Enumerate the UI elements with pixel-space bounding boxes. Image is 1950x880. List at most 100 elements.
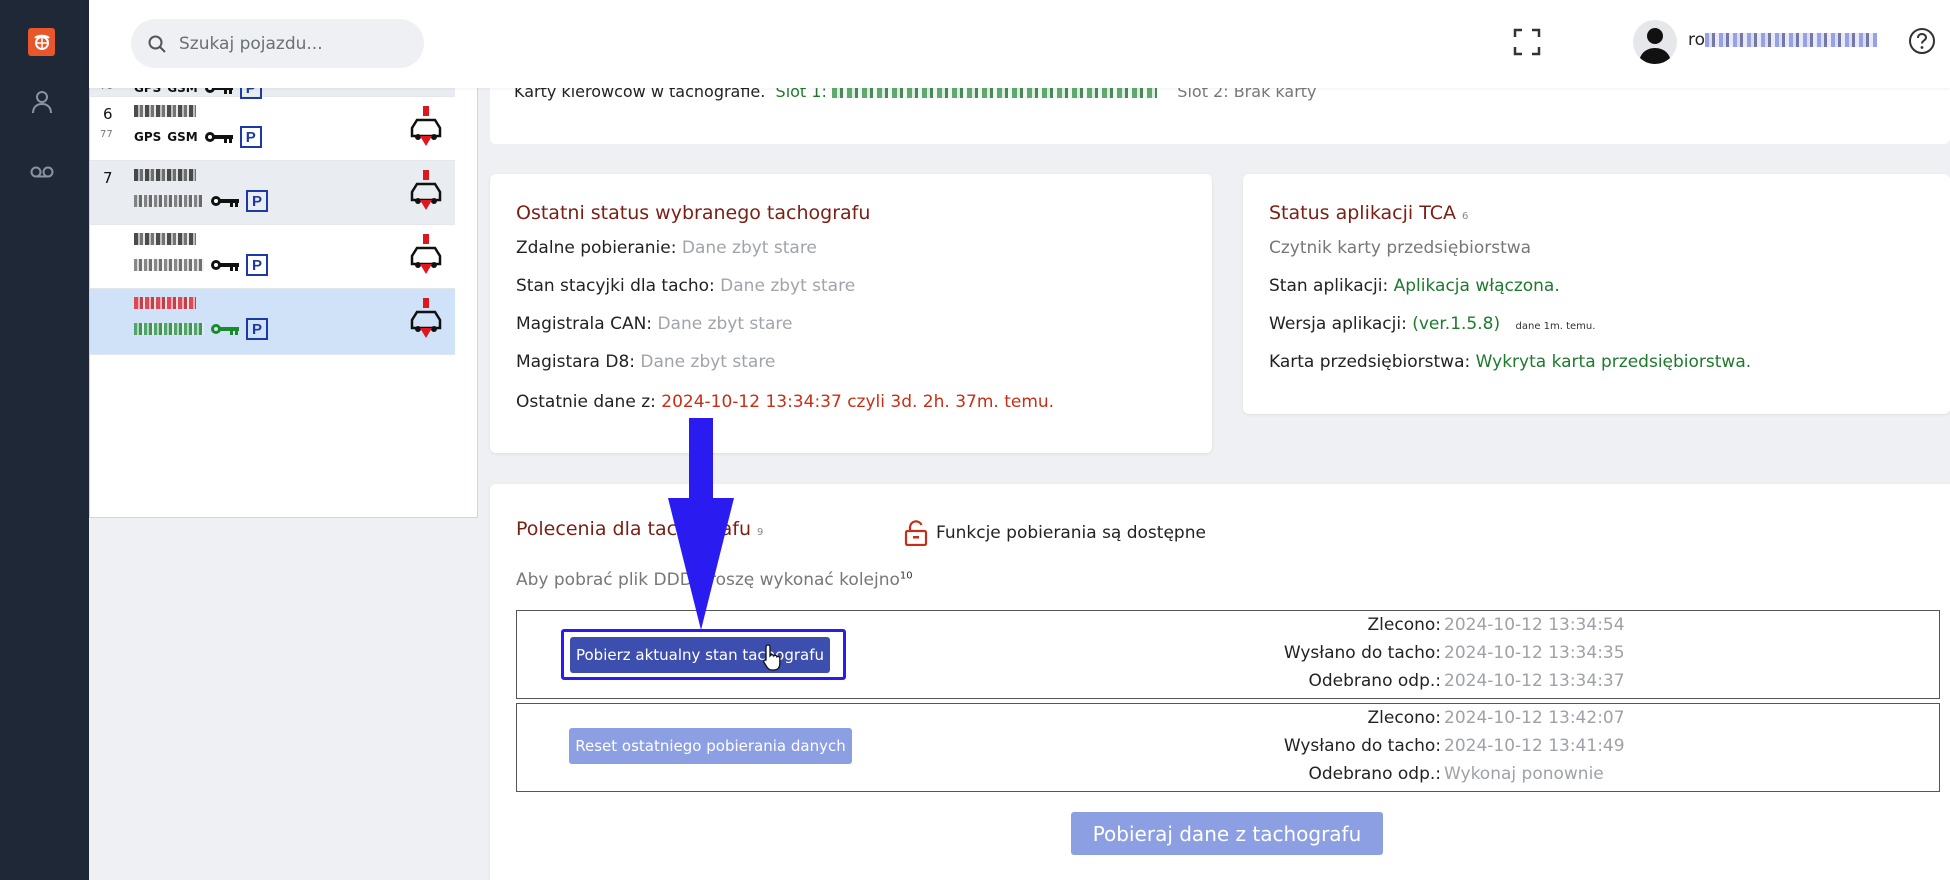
ordered-label: Zlecono: bbox=[1367, 615, 1441, 635]
help-icon[interactable] bbox=[1907, 26, 1937, 56]
status-row: Stan stacyjki dla tacho: Dane zbyt stare bbox=[516, 276, 855, 296]
status-row: Zdalne pobieranie: Dane zbyt stare bbox=[516, 238, 817, 258]
unlock-status: Funkcje pobierania są dostępne bbox=[904, 520, 1206, 546]
gsm-label: GSM bbox=[167, 130, 198, 144]
user-icon[interactable] bbox=[28, 88, 56, 116]
sent-label: Wysłano do tacho: bbox=[1283, 643, 1441, 663]
voicemail-icon[interactable] bbox=[28, 158, 56, 186]
user-name-redacted bbox=[1705, 33, 1878, 47]
slot1-redacted bbox=[831, 87, 1157, 98]
status-row: Magistrala CAN: Dane zbyt stare bbox=[516, 314, 792, 334]
tacho-car-icon[interactable] bbox=[406, 106, 446, 148]
vehicle-name-redacted bbox=[134, 233, 196, 245]
tca-title-text: Status aplikacji TCA bbox=[1269, 202, 1456, 224]
tca-subtitle: Czytnik karty przedsiębiorstwa bbox=[1269, 238, 1532, 258]
top-bar: ro bbox=[89, 0, 1950, 88]
vehicle-tags: P bbox=[134, 254, 268, 276]
app-state-row: Stan aplikacji: Aplikacja włączona. bbox=[1269, 276, 1560, 296]
vehicle-tags: P bbox=[134, 318, 268, 340]
redacted-tags bbox=[134, 323, 204, 335]
ordered-value: 2024-10-12 13:34:54 bbox=[1444, 615, 1625, 635]
vehicle-row[interactable]: 6 77 GPS GSM P bbox=[90, 97, 455, 161]
redacted-tags bbox=[134, 259, 204, 271]
instruction-note: 10 bbox=[899, 570, 913, 582]
vehicle-list: 7 6 GPS GSM P 6 77 GPS GSM P 7 P bbox=[89, 70, 478, 518]
status-label: Zdalne pobieranie: bbox=[516, 238, 677, 258]
status-value: Dane zbyt stare bbox=[681, 238, 817, 258]
company-card-label: Karta przedsiębiorstwa: bbox=[1269, 352, 1471, 372]
vehicle-name-redacted bbox=[134, 297, 196, 309]
tca-title: Status aplikacji TCA 6 bbox=[1269, 202, 1468, 224]
version-label: Wersja aplikacji: bbox=[1269, 314, 1407, 334]
commands-title-note: 9 bbox=[757, 527, 764, 538]
tacho-status-card: Ostatni status wybranego tachografu Zdal… bbox=[490, 174, 1212, 453]
sent-label: Wysłano do tacho: bbox=[1283, 736, 1441, 756]
user-name-prefix: ro bbox=[1688, 30, 1706, 50]
tacho-car-icon[interactable] bbox=[406, 170, 446, 212]
version-note: dane 1m. temu. bbox=[1515, 321, 1596, 332]
status-label: Stan stacyjki dla tacho: bbox=[516, 276, 715, 296]
ordered-value: 2024-10-12 13:42:07 bbox=[1444, 708, 1625, 728]
parking-badge: P bbox=[246, 318, 268, 340]
received-value: 2024-10-12 13:34:37 bbox=[1444, 671, 1625, 691]
hand-cursor-icon bbox=[762, 644, 781, 671]
parking-badge: P bbox=[239, 126, 262, 148]
parking-badge: P bbox=[246, 254, 268, 276]
search-input[interactable] bbox=[179, 33, 399, 54]
tacho-car-icon[interactable] bbox=[406, 234, 446, 276]
vehicle-number: 7 bbox=[103, 169, 113, 187]
last-data-row: Ostatnie dane z: 2024-10-12 13:34:37 czy… bbox=[516, 392, 1054, 412]
vehicle-sub: 77 bbox=[100, 129, 113, 140]
tacho-status-title: Ostatni status wybranego tachografu bbox=[516, 202, 871, 224]
vehicle-search[interactable] bbox=[131, 19, 424, 68]
key-icon bbox=[211, 260, 239, 271]
unlock-text: Funkcje pobierania są dostępne bbox=[936, 523, 1206, 543]
status-label: Magistara D8: bbox=[516, 352, 635, 372]
status-value: Dane zbyt stare bbox=[720, 276, 856, 296]
last-data-value: 2024-10-12 13:34:37 czyli 3d. 2h. 37m. t… bbox=[661, 392, 1055, 412]
vehicle-tags: GPS GSM P bbox=[134, 126, 262, 148]
app-state-value: Aplikacja włączona. bbox=[1393, 276, 1560, 296]
vehicle-row[interactable]: 7 P bbox=[90, 161, 455, 225]
received-value: Wykonaj ponownie bbox=[1444, 764, 1604, 784]
user-name[interactable]: ro bbox=[1688, 30, 1878, 50]
key-icon bbox=[204, 132, 233, 143]
search-icon bbox=[148, 35, 166, 53]
vehicle-name-redacted bbox=[134, 169, 196, 181]
company-card-row: Karta przedsiębiorstwa: Wykryta karta pr… bbox=[1269, 352, 1751, 372]
status-label: Magistrala CAN: bbox=[516, 314, 653, 334]
annotation-highlight bbox=[561, 629, 846, 680]
vehicle-number: 6 bbox=[103, 105, 113, 123]
fullscreen-icon[interactable] bbox=[1513, 28, 1541, 56]
avatar[interactable] bbox=[1633, 20, 1677, 64]
annotation-arrow-icon bbox=[668, 418, 734, 630]
status-value: Dane zbyt stare bbox=[657, 314, 793, 334]
vehicle-row[interactable]: P bbox=[90, 225, 455, 289]
left-rail bbox=[0, 0, 89, 880]
tca-title-note: 6 bbox=[1462, 211, 1469, 222]
app-logo-icon[interactable] bbox=[28, 28, 55, 56]
version-row: Wersja aplikacji: (ver.1.5.8) dane 1m. t… bbox=[1269, 314, 1595, 334]
status-value: Dane zbyt stare bbox=[640, 352, 776, 372]
last-data-label: Ostatnie dane z: bbox=[516, 392, 656, 412]
key-icon bbox=[211, 196, 239, 207]
reset-download-button[interactable]: Reset ostatniego pobierania danych bbox=[569, 728, 852, 764]
sent-value: 2024-10-12 13:34:35 bbox=[1444, 643, 1625, 663]
unlock-icon bbox=[904, 520, 928, 546]
status-row: Magistara D8: Dane zbyt stare bbox=[516, 352, 775, 372]
tca-status-card: Status aplikacji TCA 6 Czytnik karty prz… bbox=[1243, 174, 1950, 414]
version-value: (ver.1.5.8) bbox=[1412, 314, 1501, 334]
company-card-value: Wykryta karta przedsiębiorstwa. bbox=[1475, 352, 1752, 372]
received-label: Odebrano odp.: bbox=[1308, 671, 1441, 691]
ordered-label: Zlecono: bbox=[1367, 708, 1441, 728]
received-label: Odebrano odp.: bbox=[1308, 764, 1441, 784]
redacted-tags bbox=[134, 195, 204, 207]
key-icon bbox=[211, 324, 239, 335]
vehicle-name-redacted bbox=[134, 105, 196, 117]
sent-value: 2024-10-12 13:41:49 bbox=[1444, 736, 1625, 756]
tacho-car-icon[interactable] bbox=[406, 298, 446, 340]
download-tacho-data-button[interactable]: Pobieraj dane z tachografu bbox=[1071, 812, 1383, 855]
vehicle-row-selected[interactable]: P bbox=[90, 289, 455, 355]
parking-badge: P bbox=[246, 190, 268, 212]
vehicle-tags: P bbox=[134, 190, 268, 212]
